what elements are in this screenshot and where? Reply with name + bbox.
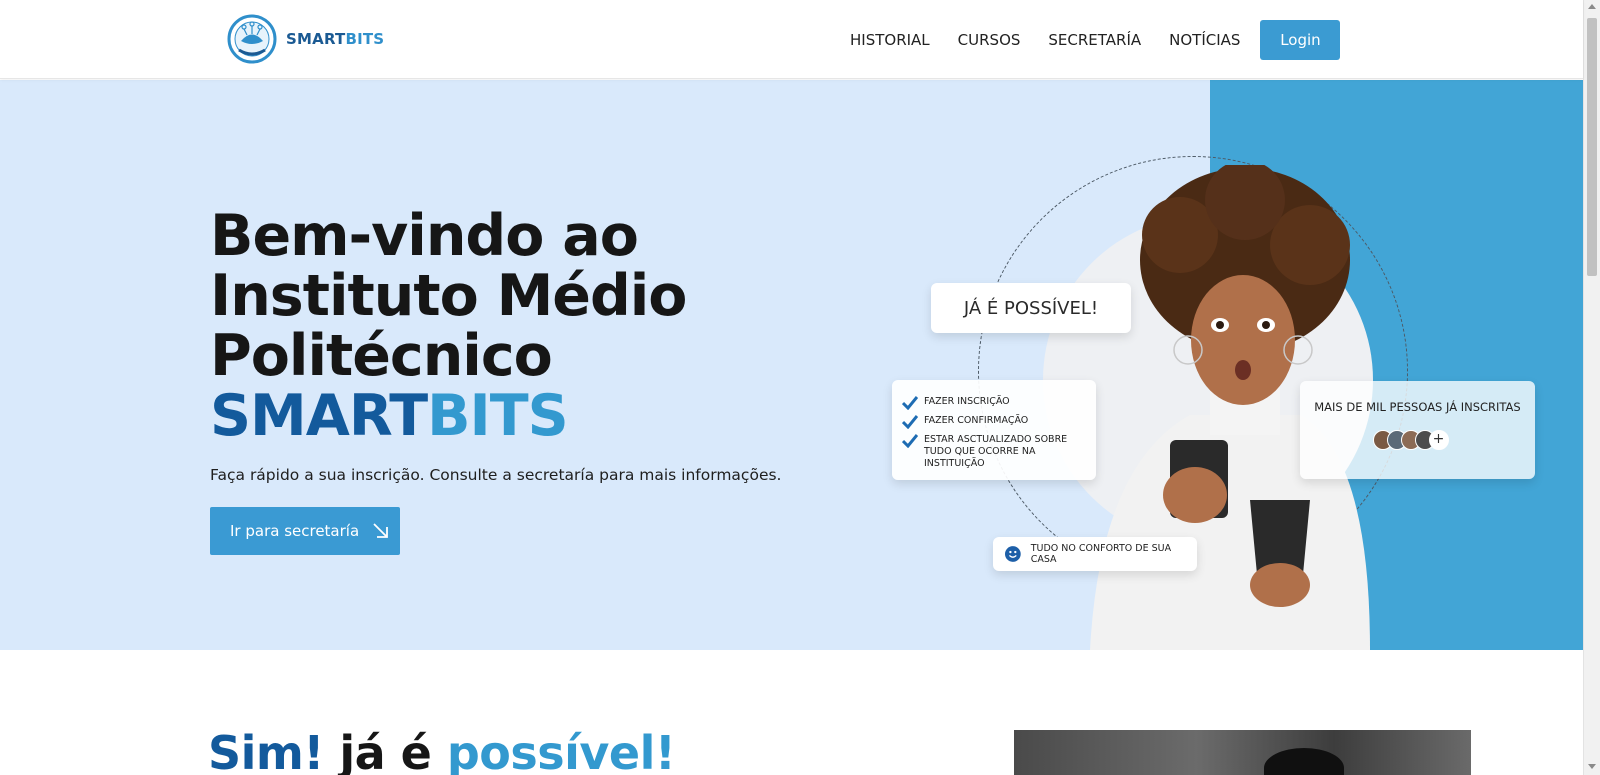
hero-title-brand: SMARTBITS	[210, 386, 686, 446]
step-label: FAZER INSCRIÇÃO	[924, 396, 1010, 407]
hero-title-line2: Instituto Médio	[210, 263, 687, 329]
check-icon	[902, 396, 918, 410]
site-header: SMARTBITS HISTORIAL CURSOS SECRETARÍA NO…	[0, 0, 1583, 79]
nav-item-cursos[interactable]: CURSOS	[958, 20, 1021, 60]
possible-card: JÁ É POSSÍVEL!	[931, 283, 1131, 333]
login-button[interactable]: Login	[1260, 20, 1341, 60]
scrollbar-thumb[interactable]	[1587, 18, 1597, 276]
hero-title-bits: BITS	[427, 383, 569, 449]
nav-item-noticias[interactable]: NOTÍCIAS	[1169, 20, 1240, 60]
hero-title-smart: SMART	[210, 383, 428, 449]
section2-word2: já é	[339, 726, 432, 775]
step-item: FAZER INSCRIÇÃO	[902, 396, 1096, 410]
brand-name-bits: BITS	[345, 30, 385, 48]
step-label: ESTAR ASCTUALIZADO SOBRE TUDO QUE OCORRE…	[924, 434, 1068, 469]
hero-title-line1: Bem-vindo ao	[210, 203, 639, 269]
step-item: ESTAR ASCTUALIZADO SOBRE TUDO QUE OCORRE…	[902, 434, 1096, 470]
section2-photo	[1014, 730, 1471, 775]
smiley-icon	[1005, 546, 1021, 562]
hero-section: Bem-vindo ao Instituto Médio Politécnico…	[0, 80, 1583, 650]
brand-logo[interactable]: SMARTBITS	[227, 14, 384, 64]
steps-card: FAZER INSCRIÇÃO FAZER CONFIRMAÇÃO ESTAR …	[892, 380, 1096, 480]
scroll-down-arrow-icon[interactable]	[1588, 764, 1596, 769]
scroll-up-arrow-icon[interactable]	[1588, 4, 1596, 9]
more-avatars-indicator: +	[1428, 430, 1449, 450]
page-scrollbar[interactable]	[1583, 0, 1600, 775]
check-icon	[902, 434, 918, 448]
hero-title-line3: Politécnico	[210, 323, 553, 389]
hero-subtitle: Faça rápido a sua inscrição. Consulte a …	[210, 466, 782, 484]
arrow-down-right-icon	[373, 523, 389, 538]
brand-name-smart: SMART	[286, 30, 346, 48]
avatar-group: +	[1292, 430, 1535, 450]
section2-title: Sim! já é possível!	[208, 726, 676, 775]
go-to-secretaria-button[interactable]: Ir para secretaría	[210, 507, 400, 555]
main-nav: HISTORIAL CURSOS SECRETARÍA NOTÍCIAS Log…	[850, 20, 1341, 60]
smartbits-logo-icon	[227, 14, 277, 64]
section2-word1: Sim!	[208, 726, 324, 775]
nav-item-secretaria[interactable]: SECRETARÍA	[1048, 20, 1141, 60]
brand-name: SMARTBITS	[286, 30, 384, 48]
check-icon	[902, 415, 918, 429]
nav-item-historial[interactable]: HISTORIAL	[850, 20, 930, 60]
comfort-card: TUDO NO CONFORTO DE SUA CASA	[993, 537, 1197, 571]
cta-label: Ir para secretaría	[230, 522, 360, 540]
people-card: MAIS DE MIL PESSOAS JÁ INSCRITAS +	[1300, 381, 1535, 479]
people-label: MAIS DE MIL PESSOAS JÁ INSCRITAS	[1314, 400, 1521, 414]
step-label: FAZER CONFIRMAÇÃO	[924, 415, 1029, 426]
comfort-label: TUDO NO CONFORTO DE SUA CASA	[1030, 543, 1172, 565]
section2-word3: possível!	[446, 726, 676, 775]
step-item: FAZER CONFIRMAÇÃO	[902, 415, 1096, 429]
photo-person-silhouette	[1264, 748, 1344, 775]
hero-title: Bem-vindo ao Instituto Médio Politécnico…	[210, 203, 687, 446]
